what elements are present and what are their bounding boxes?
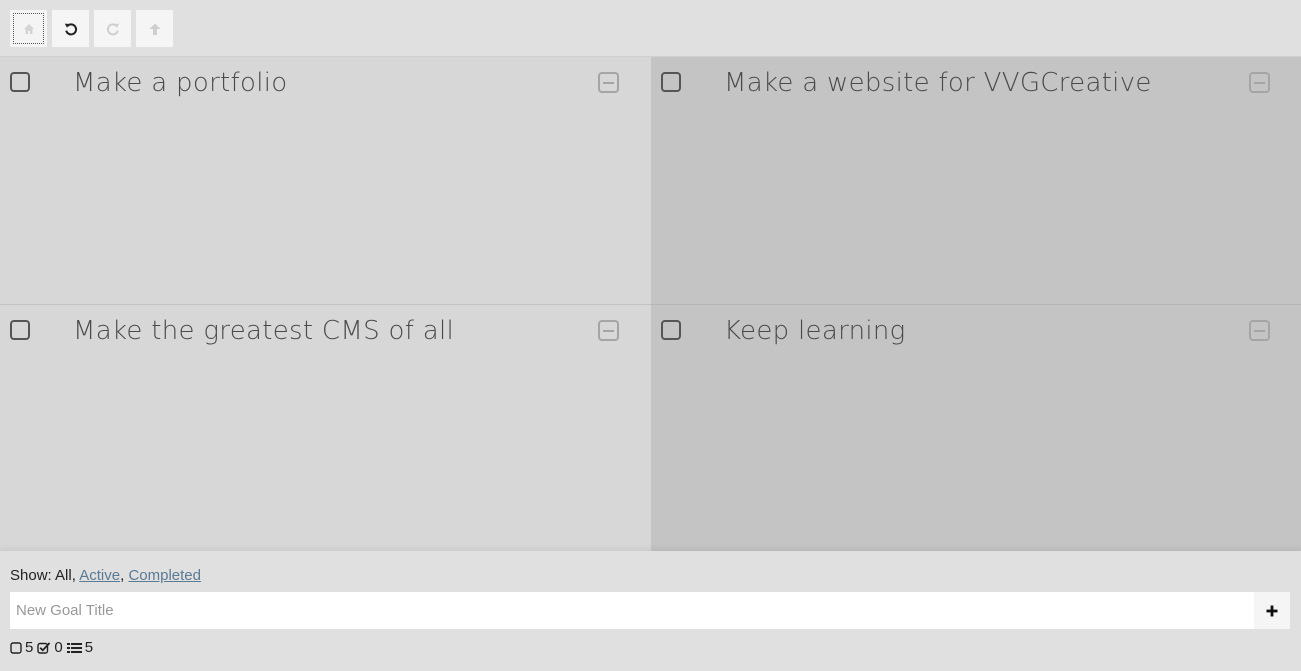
remove-goal-button[interactable]	[598, 72, 619, 93]
filter-separator: ,	[120, 567, 125, 584]
total-goals-stat: 5	[66, 639, 94, 656]
filter-active-link[interactable]: Active	[79, 567, 120, 584]
total-goals-count: 5	[84, 639, 94, 656]
up-button[interactable]	[136, 10, 173, 47]
goal-title[interactable]: Make the greatest CMS of all	[73, 313, 454, 349]
goal-tile[interactable]: Make the greatest CMS of all	[0, 304, 651, 551]
goal-checkbox[interactable]	[661, 320, 681, 340]
done-goals-count: 0	[54, 639, 63, 656]
arrow-up-icon	[149, 23, 160, 35]
goal-tile[interactable]: Make a portfolio	[0, 57, 651, 304]
done-goals-stat: 0	[37, 639, 63, 656]
goal-tile[interactable]: Keep learning	[651, 304, 1301, 551]
remove-goal-button[interactable]	[1249, 320, 1270, 341]
footer: Show: All, Active, Completed 5 0	[0, 551, 1301, 671]
goal-grid: Make a portfolio Make a website for VVGC…	[0, 57, 1301, 551]
open-goals-stat: 5	[10, 639, 33, 656]
list-icon	[66, 642, 82, 653]
redo-icon	[106, 22, 119, 35]
goal-checkbox[interactable]	[10, 72, 30, 92]
undo-button[interactable]	[52, 10, 89, 47]
filter-bar: Show: All, Active, Completed	[10, 567, 201, 584]
goal-checkbox[interactable]	[661, 72, 681, 92]
home-button[interactable]	[10, 10, 47, 47]
add-goal-button[interactable]	[1254, 592, 1290, 629]
unchecked-box-icon	[10, 641, 22, 654]
open-goals-count: 5	[25, 639, 34, 656]
goal-title[interactable]: Make a website for VVGCreative	[724, 65, 1152, 101]
redo-button[interactable]	[94, 10, 131, 47]
filter-all: All,	[55, 567, 76, 584]
goal-tile[interactable]: Make a website for VVGCreative	[651, 57, 1301, 304]
plus-icon	[1266, 605, 1278, 616]
goal-title[interactable]: Keep learning	[724, 313, 906, 349]
filter-prefix: Show:	[10, 567, 52, 584]
remove-goal-button[interactable]	[598, 320, 619, 341]
toolbar	[0, 0, 1301, 57]
checked-box-icon	[37, 641, 51, 654]
new-goal-input[interactable]	[10, 592, 1254, 629]
focus-ring	[13, 13, 44, 44]
goal-checkbox[interactable]	[10, 320, 30, 340]
undo-icon	[64, 22, 77, 35]
goal-stats: 5 0 5	[10, 639, 97, 656]
goal-title[interactable]: Make a portfolio	[73, 65, 287, 101]
filter-completed-link[interactable]: Completed	[128, 567, 201, 584]
remove-goal-button[interactable]	[1249, 72, 1270, 93]
